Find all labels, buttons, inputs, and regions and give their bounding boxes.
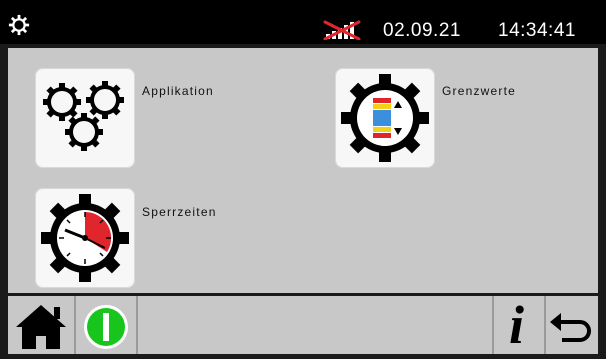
menu-tile-sperrzeiten[interactable] xyxy=(35,188,135,288)
power-button[interactable] xyxy=(76,296,136,354)
menu-label-grenzwerte: Grenzwerte xyxy=(442,84,517,98)
home-button[interactable] xyxy=(8,296,74,354)
power-icon xyxy=(84,305,128,349)
toolbar-divider xyxy=(136,296,138,354)
gear-icon[interactable] xyxy=(8,14,30,36)
back-button[interactable] xyxy=(546,296,598,354)
date-display: 02.09.21 xyxy=(383,20,461,41)
menu-label-sperrzeiten: Sperrzeiten xyxy=(142,205,217,219)
menu-tile-applikation[interactable] xyxy=(35,68,135,168)
info-button[interactable]: i xyxy=(494,296,544,354)
bottom-toolbar: i xyxy=(8,296,598,354)
menu-panel: Applikation Grenzwerte Sperrzeiten xyxy=(8,48,598,293)
time-display: 14:34:41 xyxy=(498,20,576,41)
back-arrow-icon xyxy=(550,313,591,342)
status-bar: 02.09.21 14:34:41 xyxy=(0,0,606,44)
gear-with-limits-icon xyxy=(341,74,429,162)
no-signal-icon xyxy=(323,20,361,40)
three-gears-icon xyxy=(41,79,126,153)
home-icon xyxy=(16,305,66,349)
app-screen: 02.09.21 14:34:41 Applikation Grenzwerte… xyxy=(0,0,606,354)
menu-tile-grenzwerte[interactable] xyxy=(335,68,435,168)
info-icon: i xyxy=(509,295,525,355)
menu-label-applikation: Applikation xyxy=(142,84,214,98)
gear-with-clock-icon xyxy=(41,194,129,282)
